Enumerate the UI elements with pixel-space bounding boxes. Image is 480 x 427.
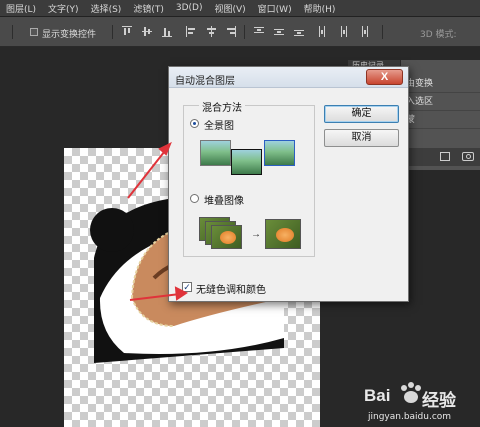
seamless-checkbox[interactable]: ✓ [182,282,192,292]
menu-filter[interactable]: 滤镜(T) [127,2,170,15]
divider [382,25,383,39]
options-bar: 显示变换控件 3D 模式: [0,17,480,47]
watermark-brand: Bai [364,386,391,405]
seamless-label[interactable]: 无缝色调和颜色 [196,281,266,296]
align-top-icon[interactable] [122,26,132,37]
new-snapshot-icon[interactable] [440,152,450,161]
divider [12,25,13,39]
align-vcenter-icon[interactable] [142,26,152,37]
align-right-icon[interactable] [226,26,236,37]
distribute-vcenter-icon[interactable] [274,26,284,37]
divider [244,25,245,39]
menu-window[interactable]: 窗口(W) [252,2,298,15]
menu-bar: 图层(L) 文字(Y) 选择(S) 滤镜(T) 3D(D) 视图(V) 窗口(W… [0,0,480,17]
panorama-thumb-left [200,140,231,166]
stack-thumb-3 [211,225,242,249]
panorama-thumb-center [231,149,262,175]
distribute-hcenter-icon[interactable] [338,26,348,37]
distribute-top-icon[interactable] [254,26,264,37]
watermark-url: jingyan.baidu.com [368,412,452,422]
show-transform-label: 显示变换控件 [42,30,97,40]
align-bottom-icon[interactable] [162,26,172,37]
menu-view[interactable]: 视图(V) [208,2,251,15]
panorama-radio[interactable] [190,119,199,128]
menu-3d[interactable]: 3D(D) [170,3,209,13]
3d-mode-label: 3D 模式: [420,30,457,40]
auto-blend-dialog: 自动混合图层 X 混合方法 全景图 堆叠图像 → 确定 取消 ✓ 无缝色调和颜色 [168,66,409,302]
show-transform-checkbox[interactable] [30,28,38,36]
arrow-icon: → [251,229,261,240]
menu-layer[interactable]: 图层(L) [0,2,42,15]
distribute-bottom-icon[interactable] [294,26,304,37]
cancel-button[interactable]: 取消 [324,129,399,147]
blend-method-label: 混合方法 [199,99,245,114]
stack-result-thumb [265,219,301,249]
align-left-icon[interactable] [186,26,196,37]
menu-help[interactable]: 帮助(H) [298,2,342,15]
panel-row[interactable]: 由变换 [400,76,480,93]
dialog-titlebar: 自动混合图层 X [169,67,408,88]
distribute-left-icon[interactable] [318,26,328,37]
menu-type[interactable]: 文字(Y) [42,2,85,15]
panel-row[interactable]: 蒙 [400,112,480,129]
menu-select[interactable]: 选择(S) [85,2,128,15]
panorama-label[interactable]: 全景图 [204,117,234,132]
watermark-brand-2: 经验 [422,391,456,411]
close-button[interactable]: X [366,69,403,85]
panel-row[interactable]: 入选区 [400,94,480,111]
camera-icon[interactable] [462,152,474,161]
dialog-title: 自动混合图层 [175,76,235,87]
stack-radio[interactable] [190,194,199,203]
baidu-watermark: Bai 经验 jingyan.baidu.com [362,380,474,426]
stack-label[interactable]: 堆叠图像 [204,192,244,207]
panorama-thumb-right [264,140,295,166]
ok-button[interactable]: 确定 [324,105,399,123]
align-hcenter-icon[interactable] [206,26,216,37]
divider [112,25,113,39]
distribute-right-icon[interactable] [358,26,368,37]
